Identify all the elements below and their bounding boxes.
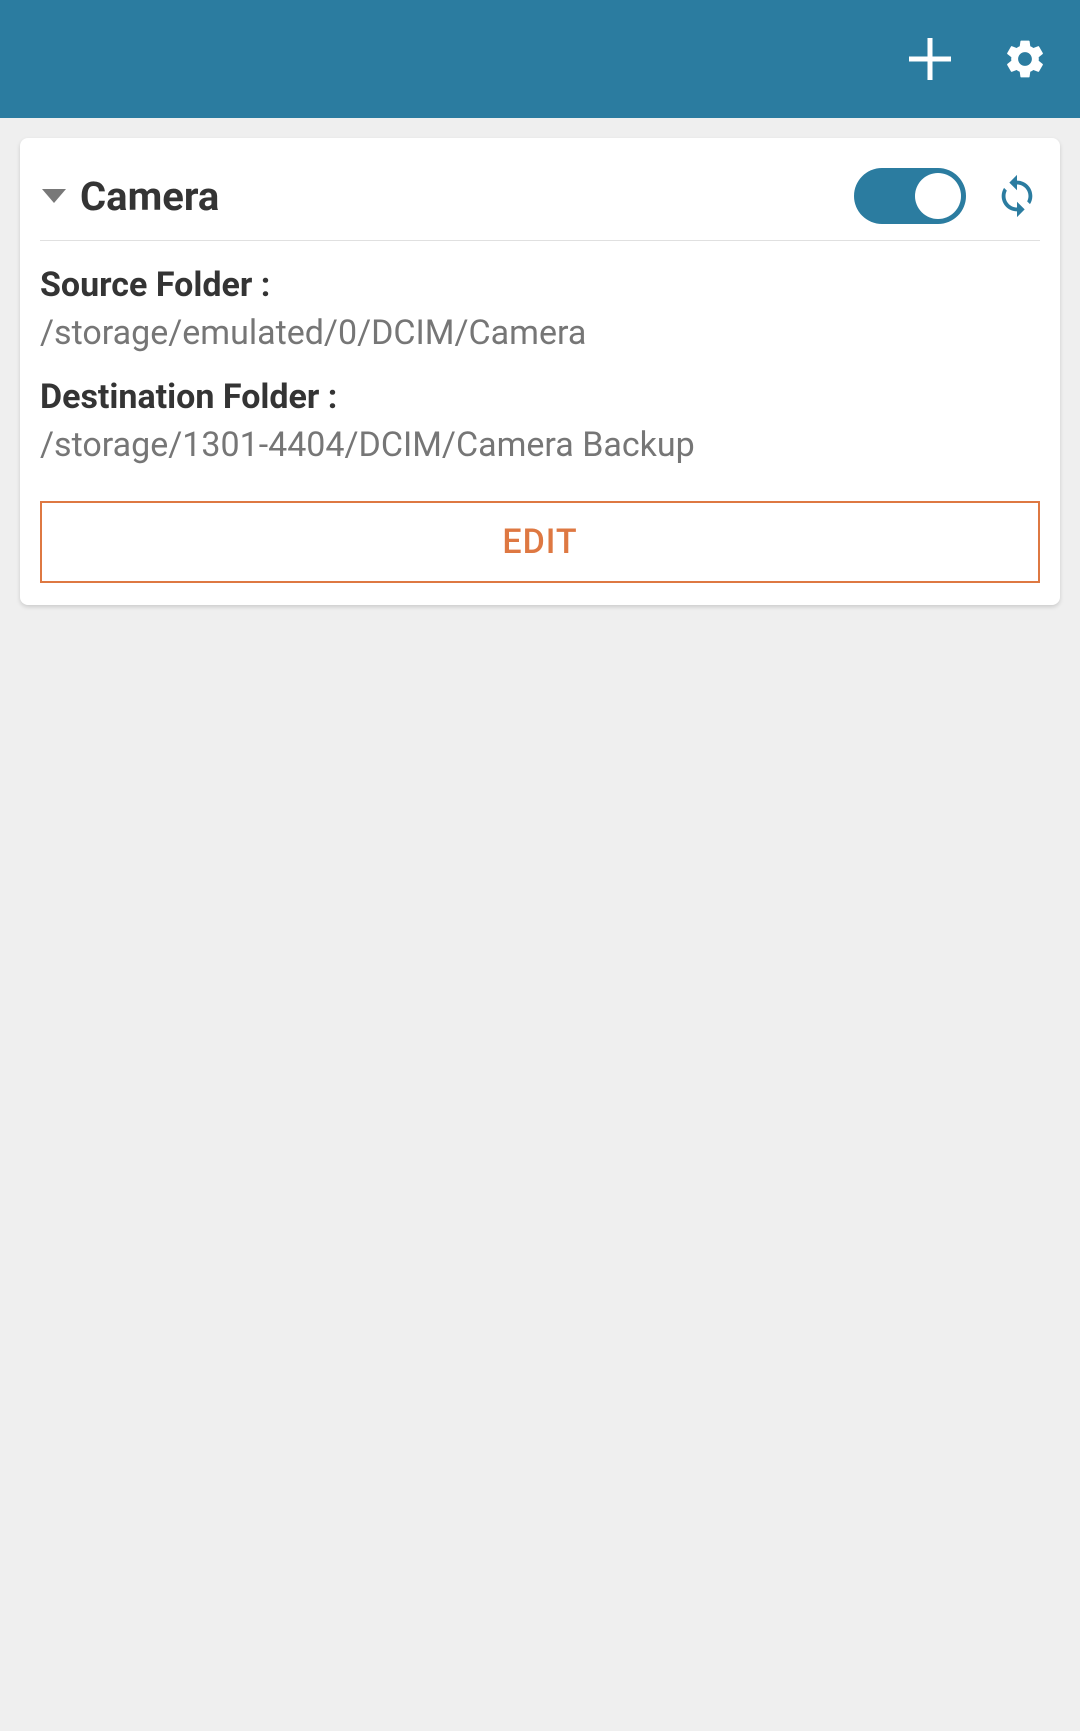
source-folder-field: Source Folder : /storage/emulated/0/DCIM… [40, 265, 1040, 353]
source-folder-label: Source Folder : [40, 265, 1040, 305]
card-title: Camera [80, 173, 854, 220]
gear-icon [1002, 36, 1048, 82]
chevron-down-icon [42, 189, 66, 203]
sync-task-card: Camera Source Folder : /storage/emulated… [20, 138, 1060, 605]
add-button[interactable] [905, 34, 955, 84]
sync-now-button[interactable] [994, 173, 1040, 219]
edit-button[interactable]: EDIT [40, 501, 1040, 583]
toggle-knob [915, 173, 961, 219]
enable-toggle[interactable] [854, 168, 966, 224]
sync-icon [994, 173, 1040, 219]
plus-icon [907, 36, 953, 82]
card-body: Source Folder : /storage/emulated/0/DCIM… [40, 241, 1040, 583]
destination-folder-label: Destination Folder : [40, 377, 1040, 417]
source-folder-value: /storage/emulated/0/DCIM/Camera [40, 313, 1040, 353]
app-bar [0, 0, 1080, 118]
settings-button[interactable] [1000, 34, 1050, 84]
destination-folder-field: Destination Folder : /storage/1301-4404/… [40, 377, 1040, 465]
card-header: Camera [40, 160, 1040, 241]
destination-folder-value: /storage/1301-4404/DCIM/Camera Backup [40, 425, 1040, 465]
expand-collapse-toggle[interactable] [40, 189, 80, 203]
